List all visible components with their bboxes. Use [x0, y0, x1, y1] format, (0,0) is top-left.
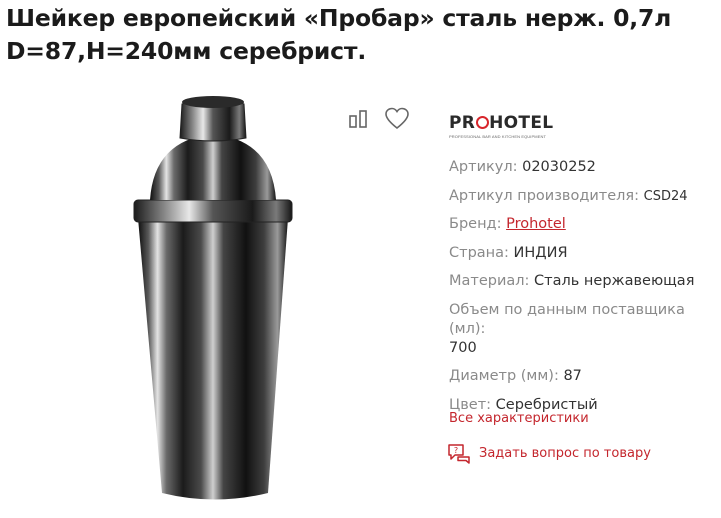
question-chat-icon: ?	[448, 444, 470, 464]
brand-link[interactable]: Prohotel	[506, 216, 566, 232]
ask-question-link[interactable]: ? Задать вопрос по товару	[447, 442, 651, 464]
brand-logo: PR HOTEL PROFESSIONAL BAR AND KITCHEN EQU…	[449, 113, 553, 139]
spec-label: Артикул производителя:	[449, 187, 640, 204]
spec-manufacturer-article: Артикул производителя: CSD24	[449, 187, 719, 206]
spec-value: 02030252	[522, 159, 596, 175]
brand-logo-text-end: HOTEL	[489, 113, 554, 133]
svg-text:?: ?	[454, 446, 458, 455]
heart-icon	[385, 107, 409, 130]
compare-icon	[349, 110, 367, 128]
brand-logo-o	[475, 116, 489, 129]
compare-button[interactable]	[346, 106, 372, 132]
product-specs: Артикул: 02030252 Артикул производителя:…	[449, 158, 719, 424]
spec-material: Материал: Сталь нержавеющая	[449, 272, 719, 291]
spec-country: Страна: ИНДИЯ	[449, 244, 719, 263]
product-image	[133, 96, 293, 500]
product-title: Шейкер европейский «Пробар» сталь нерж. …	[6, 2, 706, 68]
favorite-button[interactable]	[384, 106, 410, 132]
brand-logo-text: PR HOTEL	[449, 113, 553, 133]
spec-label: Бренд:	[449, 216, 502, 232]
product-actions	[346, 106, 410, 132]
spec-brand: Бренд: Prohotel	[449, 215, 719, 234]
product-title-line-2: D=87,H=240мм серебрист.	[6, 37, 367, 65]
all-specs-link[interactable]: Все характеристики	[449, 411, 589, 426]
spec-value: 87	[563, 368, 582, 384]
spec-article: Артикул: 02030252	[449, 158, 719, 177]
brand-logo-subtitle: PROFESSIONAL BAR AND KITCHEN EQUIPMENT	[449, 134, 547, 139]
spec-value: Сталь нержавеющая	[534, 273, 695, 289]
ask-question-label: Задать вопрос по товару	[479, 445, 651, 461]
spec-volume: Объем по данным поставщика (мл): 700	[449, 301, 719, 358]
spec-label: Артикул:	[449, 159, 518, 175]
product-title-line-1: Шейкер европейский «Пробар» сталь нерж. …	[6, 4, 672, 32]
spec-label: Объем по данным поставщика (мл):	[449, 301, 685, 337]
spec-diameter: Диаметр (мм): 87	[449, 367, 719, 386]
spec-label: Диаметр (мм):	[449, 368, 559, 384]
spec-value: CSD24	[643, 188, 688, 204]
spec-value: 700	[449, 339, 477, 356]
brand-logo-text-start: PR	[449, 113, 476, 133]
spec-value: ИНДИЯ	[513, 244, 568, 261]
spec-label: Материал:	[449, 273, 530, 289]
spec-label: Страна:	[449, 244, 509, 261]
